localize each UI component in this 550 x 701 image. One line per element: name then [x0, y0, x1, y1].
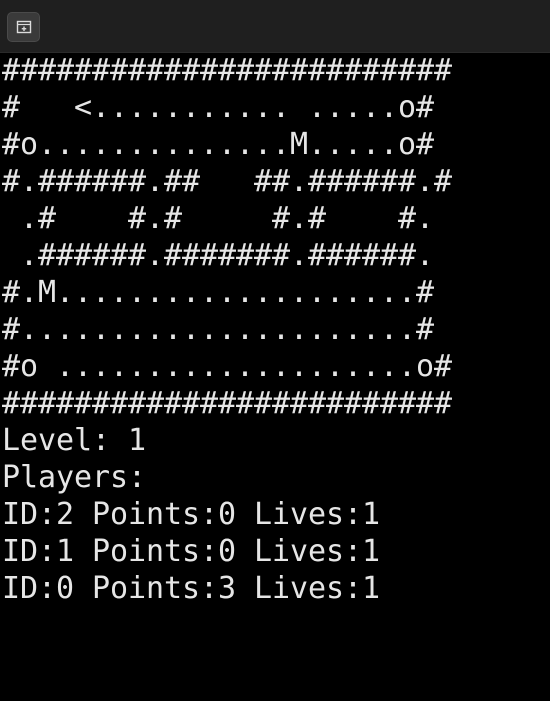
- terminal-output[interactable]: ######################### # <...........…: [2, 52, 548, 701]
- player-row: ID:1 Points:0 Lives:1: [2, 534, 381, 569]
- board-row: .# #.# #.# #.: [2, 201, 435, 236]
- player-row: ID:0 Points:3 Lives:1: [2, 571, 381, 606]
- player-row: ID:2 Points:0 Lives:1: [2, 497, 381, 532]
- board-row: #########################: [2, 53, 453, 88]
- board-row: #.######.## ##.######.#: [2, 164, 453, 199]
- window-titlebar: [0, 0, 550, 53]
- board-row: # <........... .....o#: [2, 90, 435, 125]
- board-row: #o..............M.....o#: [2, 127, 435, 162]
- board-row: #o ....................o#: [2, 349, 453, 384]
- level-text: Level: 1: [2, 423, 147, 458]
- board-row: #......................#: [2, 312, 435, 347]
- board-row: #.M....................#: [2, 275, 435, 310]
- new-tab-icon: [16, 20, 31, 34]
- new-tab-button[interactable]: [7, 12, 40, 42]
- players-header: Players:: [2, 460, 147, 495]
- board-row: .######.#######.######.: [2, 238, 435, 273]
- board-row: #########################: [2, 386, 453, 421]
